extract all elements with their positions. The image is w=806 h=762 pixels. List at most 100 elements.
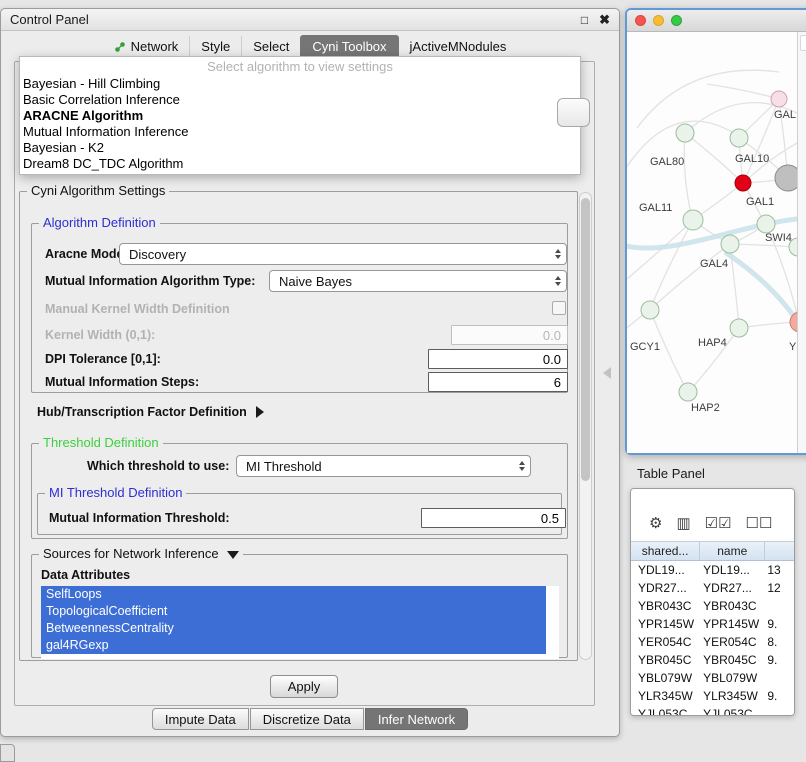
network-node[interactable] — [676, 124, 694, 142]
network-scrollbar-button[interactable] — [800, 35, 806, 51]
table-row[interactable]: YER054CYER054C8. — [631, 633, 794, 651]
node-label-swi4: SWI4 — [765, 232, 792, 244]
network-window-titlebar[interactable] — [627, 10, 806, 32]
attribute-item-betweennesscentrality[interactable]: BetweennessCentrality — [41, 620, 546, 637]
network-canvas[interactable]: GALGAL80GAL10GAL11GAL1SWI4GAL4GCY1HAP4YH… — [627, 32, 797, 453]
table-cell: YBL079W — [631, 669, 700, 687]
control-panel-window: Control Panel □✖ NetworkStyleSelectCyni … — [0, 8, 620, 737]
column-header-blank[interactable] — [765, 542, 794, 560]
algorithm-option-bayesian-k2[interactable]: Bayesian - K2 — [20, 140, 580, 156]
hub-definition-expander[interactable]: Hub/Transcription Factor Definition — [37, 405, 264, 420]
settings-scrollbar-thumb[interactable] — [581, 198, 590, 481]
table-cell: YPR145W — [631, 615, 700, 633]
manual-kernel-checkbox[interactable] — [552, 301, 566, 315]
aracne-mode-select[interactable]: Discovery — [119, 243, 567, 265]
clear-selection-icon[interactable]: ☐☐ — [746, 516, 773, 532]
mi-type-label: Mutual Information Algorithm Type: — [45, 274, 255, 289]
close-button[interactable]: ✖ — [599, 12, 610, 27]
algorithm-option-aracne-algorithm[interactable]: ARACNE Algorithm — [20, 108, 580, 124]
collapsed-panel-corner[interactable] — [0, 744, 15, 762]
network-view-window: GALGAL80GAL10GAL11GAL1SWI4GAL4GCY1HAP4YH… — [625, 8, 806, 455]
minimize-traffic-light-icon[interactable] — [653, 15, 664, 26]
mi-steps-field[interactable] — [428, 372, 568, 392]
table-row[interactable]: YPR145WYPR145W9. — [631, 615, 794, 633]
settings-gear-icon[interactable]: ⚙ — [649, 516, 662, 532]
table-cell — [765, 669, 794, 687]
kernel-width-field[interactable] — [451, 325, 568, 345]
network-node[interactable] — [735, 175, 751, 191]
node-label-gal80: GAL80 — [650, 156, 684, 168]
column-header-name[interactable]: name — [700, 542, 765, 560]
bottom-tab-bar: Impute DataDiscretize DataInfer Network — [1, 708, 619, 730]
algorithm-option-bayesian-hill-climbing[interactable]: Bayesian - Hill Climbing — [20, 76, 580, 92]
mi-type-select[interactable]: Naive Bayes — [269, 270, 567, 292]
sources-expander[interactable]: Sources for Network Inference — [39, 547, 243, 561]
algorithm-option-mutual-information-inference[interactable]: Mutual Information Inference — [20, 124, 580, 140]
tab-jactivemnodules[interactable]: jActiveMNodules — [399, 36, 518, 58]
dpi-tolerance-field[interactable] — [428, 349, 568, 369]
desktop: Control Panel □✖ NetworkStyleSelectCyni … — [0, 0, 806, 762]
tab-select[interactable]: Select — [241, 36, 300, 58]
network-node[interactable] — [641, 301, 659, 319]
data-attributes-list: SelfLoopsTopologicalCoefficientBetweenne… — [41, 586, 559, 659]
aracne-mode-label: Aracne Mode: — [45, 247, 128, 262]
table-row[interactable]: YDR27...YDR27...12 — [631, 579, 794, 597]
expand-right-icon — [256, 406, 264, 418]
attribute-item-gal4rgexp[interactable]: gal4RGexp — [41, 637, 546, 654]
node-label-hap4: HAP4 — [698, 337, 727, 349]
inline-small-button[interactable] — [557, 98, 590, 127]
tab-label: Network — [131, 40, 179, 54]
settings-scrollbar-track[interactable] — [579, 192, 592, 660]
which-threshold-select[interactable]: MI Threshold — [236, 455, 531, 477]
tab-impute-data[interactable]: Impute Data — [152, 708, 249, 730]
table-panel-title: Table Panel — [637, 466, 705, 481]
node-label-gal10: GAL10 — [735, 153, 769, 165]
table-row[interactable]: YLR345WYLR345W9. — [631, 687, 794, 705]
tab-style[interactable]: Style — [189, 36, 241, 58]
select-all-icon[interactable]: ☑☑ — [705, 516, 732, 532]
table-row[interactable]: YBR045CYBR045C9. — [631, 651, 794, 669]
float-button[interactable]: □ — [581, 13, 588, 27]
node-label-y: Y — [789, 341, 797, 353]
algorithm-option-dream8-dc-tdc-algorithm[interactable]: Dream8 DC_TDC Algorithm — [20, 156, 580, 172]
table-cell: YBR043C — [631, 597, 700, 615]
table-toolbar: ⚙ ▥ ☑☑ ☐☐ — [631, 489, 794, 541]
table-row[interactable]: YDL19...YDL19...13 — [631, 561, 794, 579]
table-header-row: shared...name — [631, 541, 794, 561]
table-cell — [765, 705, 794, 716]
data-attributes-label: Data Attributes — [41, 568, 130, 583]
table-row[interactable]: YBR043CYBR043C — [631, 597, 794, 615]
attribute-item-selfloops[interactable]: SelfLoops — [41, 586, 546, 603]
network-node[interactable] — [730, 319, 748, 337]
tab-network[interactable]: Network — [103, 36, 190, 58]
table-cell: YER054C — [700, 633, 765, 651]
control-panel-titlebar[interactable]: Control Panel □✖ — [1, 9, 619, 31]
network-canvas-container: GALGAL80GAL10GAL11GAL1SWI4GAL4GCY1HAP4YH… — [627, 32, 797, 453]
apply-button[interactable]: Apply — [270, 675, 338, 698]
network-node[interactable] — [721, 235, 739, 253]
panel-collapse-handle[interactable] — [603, 367, 611, 379]
network-node[interactable] — [730, 129, 748, 147]
tab-infer-network[interactable]: Infer Network — [365, 708, 468, 730]
network-scrollbar[interactable] — [797, 32, 806, 453]
mi-steps-label: Mutual Information Steps: — [45, 375, 199, 390]
network-node[interactable] — [679, 383, 697, 401]
close-traffic-light-icon[interactable] — [635, 15, 646, 26]
node-label-gal: GAL — [774, 109, 796, 121]
show-columns-icon[interactable]: ▥ — [676, 516, 690, 532]
column-header-shared[interactable]: shared... — [631, 542, 700, 560]
table-cell: YDR27... — [700, 579, 765, 597]
attribute-item-topologicalcoefficient[interactable]: TopologicalCoefficient — [41, 603, 546, 620]
network-node[interactable] — [775, 165, 797, 191]
table-cell: 8. — [765, 633, 794, 651]
network-node[interactable] — [771, 91, 787, 107]
network-node[interactable] — [683, 210, 703, 230]
tab-discretize-data[interactable]: Discretize Data — [250, 708, 364, 730]
algorithm-option-basic-correlation-inference[interactable]: Basic Correlation Inference — [20, 92, 580, 108]
mi-threshold-field[interactable] — [421, 508, 566, 528]
table-row[interactable]: YBL079WYBL079W — [631, 669, 794, 687]
network-node[interactable] — [757, 215, 775, 233]
table-row[interactable]: YJL053CYJL053C — [631, 705, 794, 716]
combo-stepper-icon — [549, 271, 566, 291]
zoom-traffic-light-icon[interactable] — [671, 15, 682, 26]
